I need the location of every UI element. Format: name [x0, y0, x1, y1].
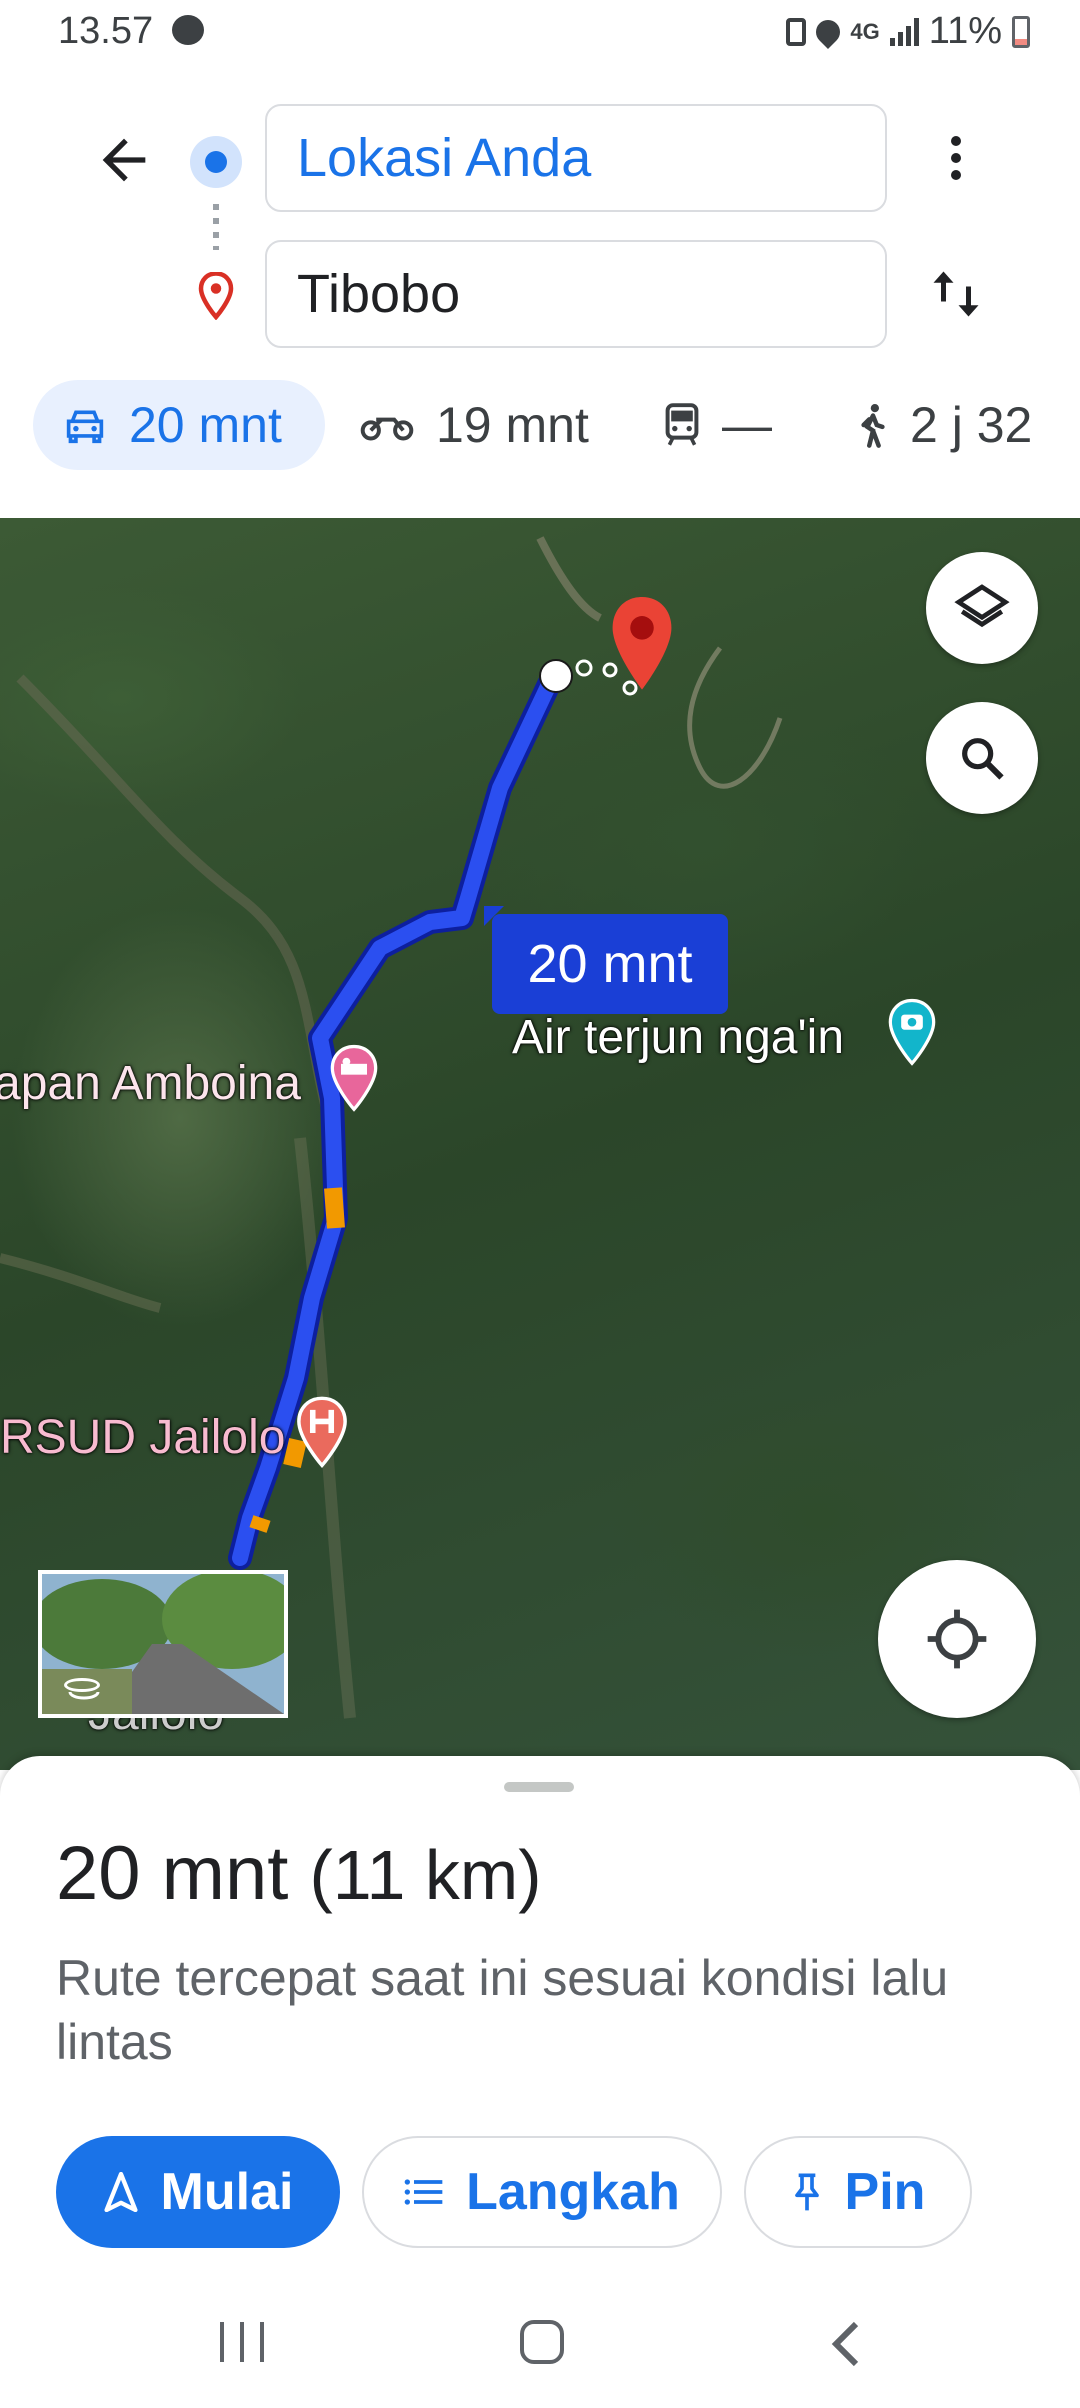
- route-description: Rute tercepat saat ini sesuai kondisi la…: [56, 1950, 949, 2070]
- back-button[interactable]: [92, 128, 156, 192]
- map-view[interactable]: 20 mnt Air terjun nga'in apan Amboina RS…: [0, 518, 1080, 1770]
- walk-icon: [861, 404, 885, 448]
- home-button[interactable]: [520, 2320, 564, 2364]
- route-time-bubble[interactable]: 20 mnt: [492, 914, 728, 1014]
- destination-field[interactable]: Tibobo: [265, 240, 887, 348]
- status-icons: 4G 11%: [786, 10, 1030, 53]
- system-nav-bar: [0, 2280, 1080, 2408]
- status-bar: 13.57 4G 11%: [0, 0, 1080, 72]
- mode-motorcycle-label: 19 mnt: [436, 397, 589, 453]
- mode-walk-label: 2 j 32: [910, 397, 1033, 453]
- car-icon: [66, 410, 104, 444]
- my-location-button[interactable]: [878, 1560, 1036, 1718]
- navigation-icon: [103, 2172, 138, 2212]
- search-icon: [962, 738, 1004, 780]
- swap-vert-icon: [933, 271, 979, 317]
- battery-percent: 11%: [928, 10, 1002, 52]
- mode-drive[interactable]: 20 mnt: [33, 380, 325, 470]
- mode-transit-label: —: [722, 397, 772, 453]
- mode-walk[interactable]: 2 j 32: [858, 380, 1032, 470]
- travel-mode-bar: 20 mnt 19 mnt — 2 j 32: [0, 380, 1080, 490]
- battery-saver-icon: [786, 17, 807, 46]
- more-vert-icon: [951, 136, 961, 146]
- location-icon: [811, 14, 846, 49]
- back-arrow-icon: [102, 138, 146, 182]
- hospital-place-icon[interactable]: [294, 1396, 350, 1475]
- layers-icon: [954, 584, 1010, 628]
- list-icon: [404, 2179, 443, 2205]
- pin-icon: [794, 2173, 819, 2211]
- route-distance: (11 km): [309, 1836, 542, 1914]
- more-options-button[interactable]: [934, 126, 978, 190]
- street-view-image: [42, 1574, 284, 1714]
- transit-icon: [665, 403, 699, 446]
- hotel-place-icon[interactable]: [328, 1044, 380, 1119]
- motorcycle-icon: [360, 417, 414, 441]
- mode-drive-label: 20 mnt: [129, 397, 282, 453]
- battery-icon: [1012, 15, 1030, 48]
- drag-handle[interactable]: [504, 1782, 574, 1792]
- back-nav-button[interactable]: [830, 2320, 860, 2373]
- steps-button[interactable]: Langkah: [362, 2136, 722, 2248]
- bubble-pointer: [484, 906, 504, 926]
- street-view-360-icon: [64, 1678, 100, 1692]
- start-button[interactable]: Mulai: [56, 2136, 340, 2248]
- mode-transit[interactable]: —: [664, 380, 772, 470]
- message-icon: [171, 14, 204, 45]
- origin-dot-icon: [190, 136, 242, 188]
- network-type: 4G: [850, 18, 880, 44]
- route-duration: 20 mnt: [56, 1831, 289, 1916]
- recent-apps-button[interactable]: [220, 2322, 264, 2362]
- layers-button[interactable]: [926, 552, 1038, 664]
- place-label-air-terjun[interactable]: Air terjun nga'in: [512, 1010, 844, 1065]
- route-summary: 20 mnt (11 km): [56, 1830, 542, 1917]
- street-view-thumbnail[interactable]: [38, 1570, 288, 1718]
- steps-button-label: Langkah: [466, 2163, 680, 2221]
- origin-field[interactable]: Lokasi Anda: [265, 104, 887, 212]
- mode-motorcycle[interactable]: 19 mnt: [360, 380, 589, 470]
- signal-icon: [889, 17, 919, 46]
- destination-marker-icon[interactable]: [606, 594, 678, 699]
- destination-pin-icon: [198, 271, 234, 325]
- status-time: 13.57: [58, 10, 204, 53]
- pin-button[interactable]: Pin: [744, 2136, 972, 2248]
- camera-place-icon[interactable]: [886, 998, 938, 1073]
- place-label-amboina[interactable]: apan Amboina: [0, 1056, 301, 1111]
- chevron-left-icon: [831, 2321, 859, 2367]
- start-button-label: Mulai: [160, 2163, 294, 2221]
- place-label-rsud-jailolo[interactable]: RSUD Jailolo: [0, 1410, 285, 1465]
- swap-button[interactable]: [926, 262, 986, 331]
- pin-button-label: Pin: [844, 2163, 926, 2221]
- route-dots: [213, 204, 219, 250]
- map-search-button[interactable]: [926, 702, 1038, 814]
- my-location-icon: [927, 1609, 987, 1669]
